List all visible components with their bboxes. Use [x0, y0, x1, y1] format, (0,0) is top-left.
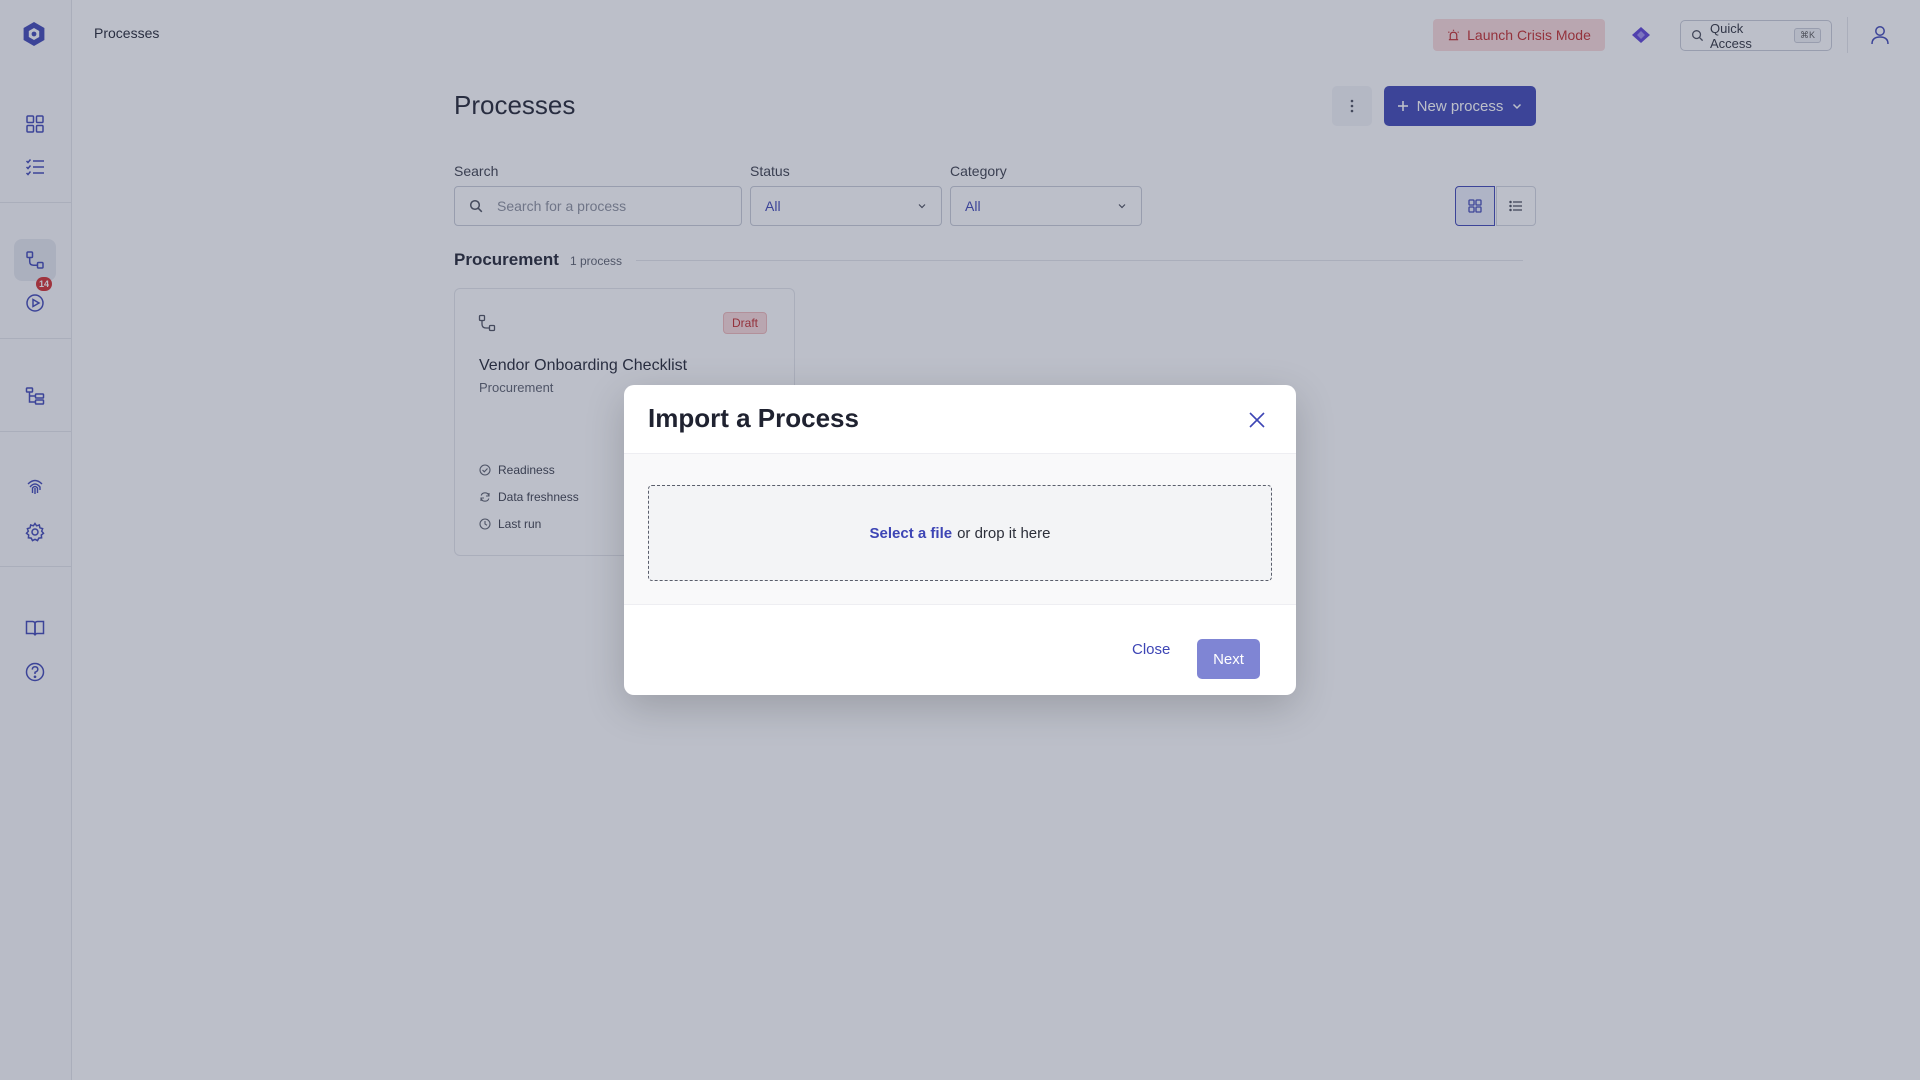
close-icon — [1249, 412, 1265, 428]
modal-title: Import a Process — [648, 403, 859, 433]
import-process-dialog: Import a Process Select a file or drop i… — [624, 385, 1296, 695]
close-dialog-button[interactable] — [1244, 407, 1270, 433]
close-button[interactable]: Close — [1132, 641, 1170, 658]
file-dropzone[interactable]: Select a file or drop it here — [648, 485, 1272, 581]
modal-body: Select a file or drop it here — [624, 453, 1296, 605]
next-button[interactable]: Next — [1197, 639, 1260, 679]
select-file-link[interactable]: Select a file — [870, 525, 953, 542]
drop-hint: or drop it here — [957, 524, 1051, 542]
